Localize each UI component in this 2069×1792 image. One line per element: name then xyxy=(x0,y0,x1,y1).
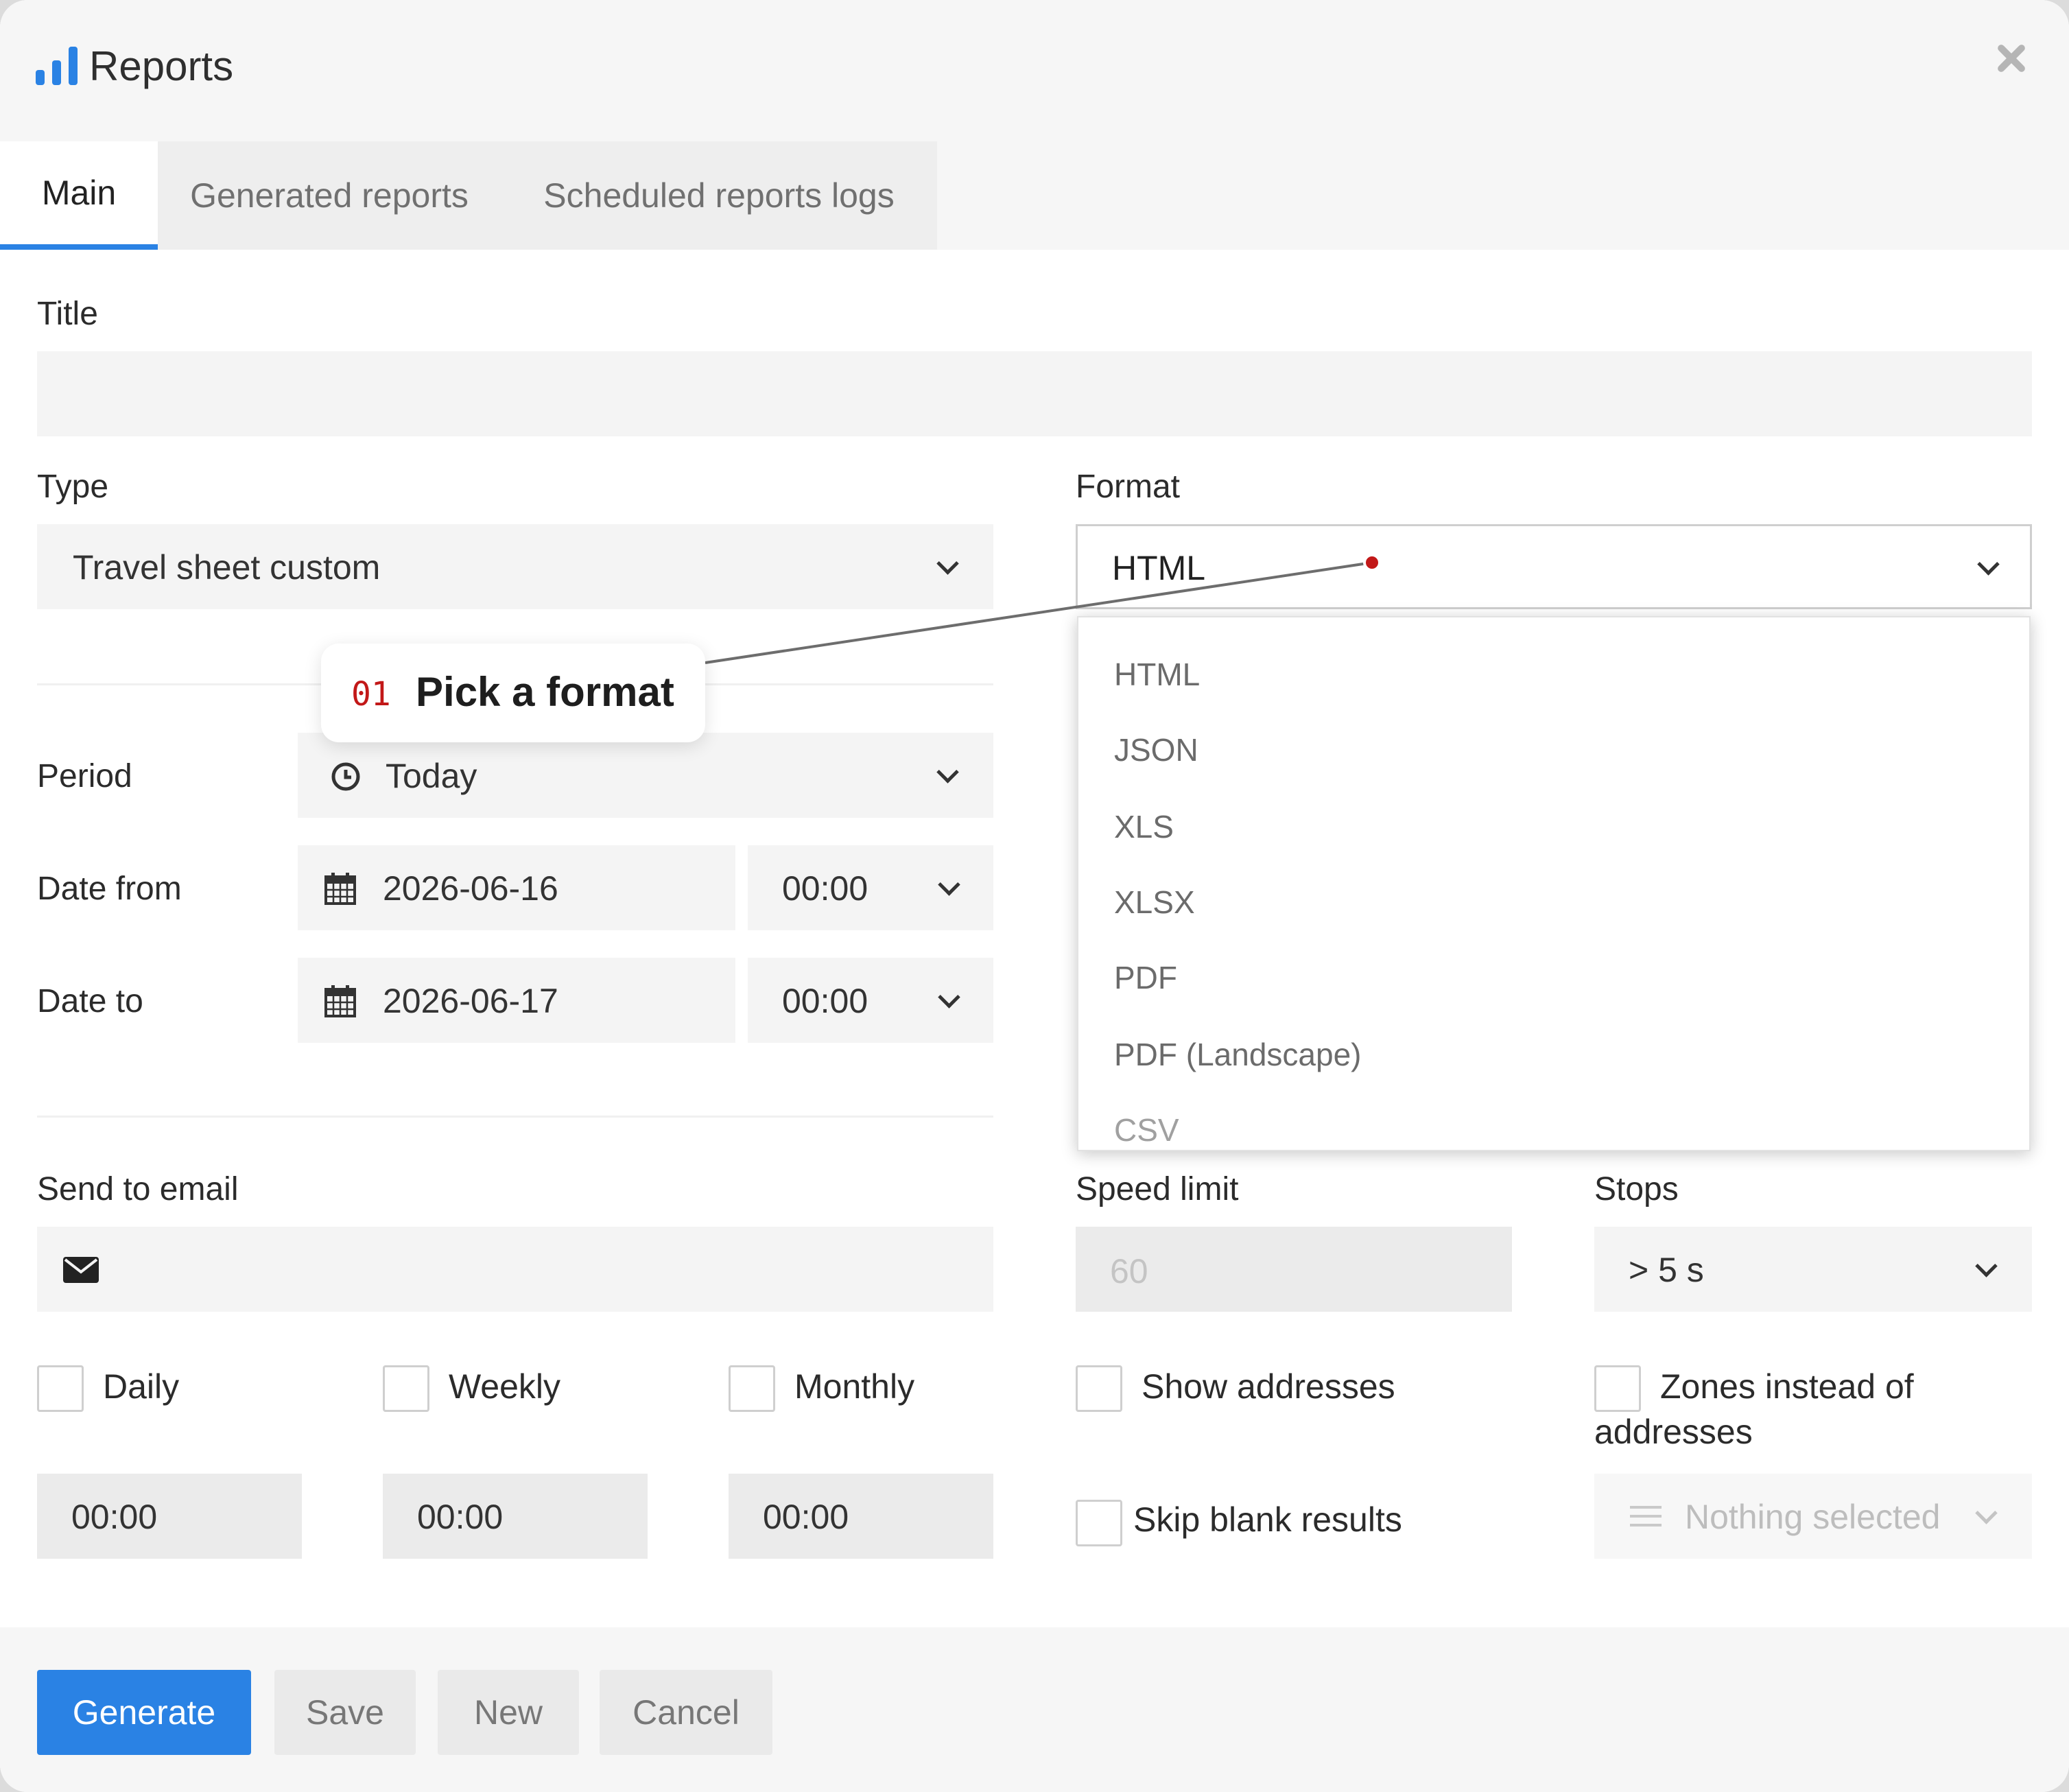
reports-dialog: Reports Main Generated reports Scheduled… xyxy=(0,0,2069,1792)
callout-connector xyxy=(705,554,1381,664)
callout-text: Pick a format xyxy=(416,669,674,715)
annotation-callout: 01 Pick a format xyxy=(321,644,705,742)
callout-number: 01 xyxy=(351,675,391,714)
